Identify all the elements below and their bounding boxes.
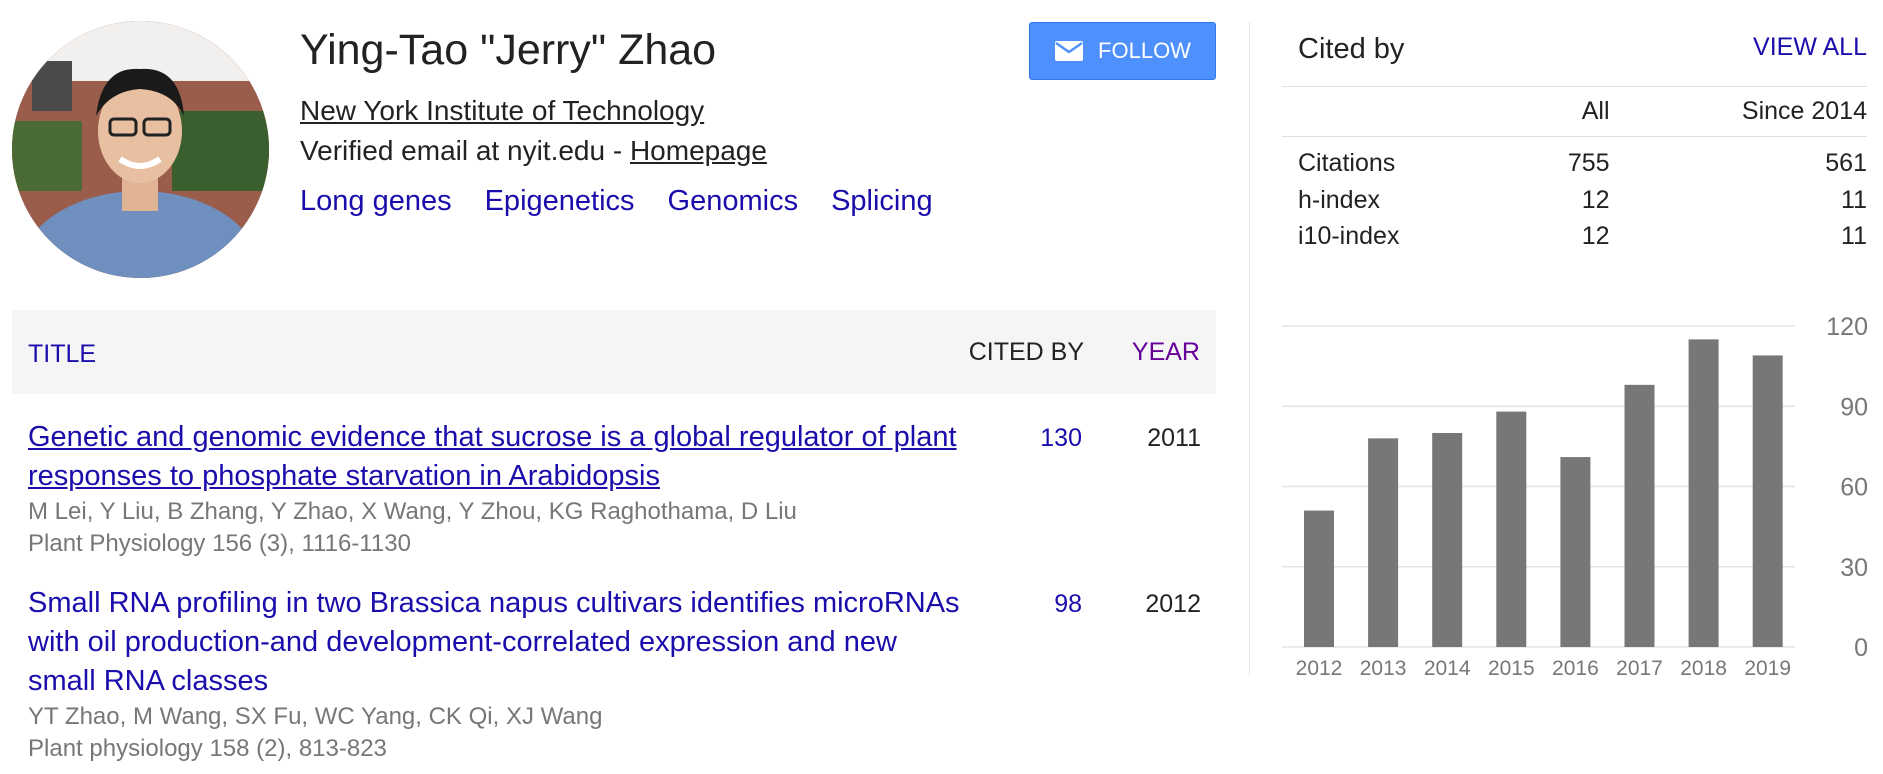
- stats-value-since: 11: [1841, 186, 1867, 214]
- x-tick-label: 2019: [1744, 657, 1791, 680]
- publication-row: Genetic and genomic evidence that sucros…: [28, 418, 1204, 560]
- publication-year: 2011: [1147, 424, 1201, 452]
- x-tick-label: 2012: [1296, 657, 1343, 680]
- stats-row-citations: Citations 755 561: [1282, 137, 1867, 183]
- publication-title-link[interactable]: Small RNA profiling in two Brassica napu…: [28, 584, 963, 701]
- citation-bar-2018[interactable]: [1688, 339, 1719, 647]
- stats-row-h-index: h-index 12 11: [1282, 183, 1867, 219]
- interest-link-splicing[interactable]: Splicing: [831, 185, 933, 218]
- profile-name: Ying-Tao "Jerry" Zhao: [300, 26, 717, 74]
- email-text: Verified email at nyit.edu -: [300, 135, 630, 166]
- interest-link-epigenetics[interactable]: Epigenetics: [485, 185, 635, 218]
- publication-venue: Plant physiology 158 (2), 813-823: [28, 735, 387, 762]
- stats-value-all: 12: [1581, 186, 1610, 214]
- x-tick-label: 2017: [1616, 657, 1663, 680]
- publication-cited-count[interactable]: 98: [1054, 590, 1082, 619]
- stats-column-header: [1282, 86, 1524, 137]
- sort-by-cited[interactable]: CITED BY: [969, 338, 1084, 367]
- column-divider: [1249, 22, 1250, 675]
- stats-label: Citations: [1298, 149, 1396, 178]
- publication-authors: M Lei, Y Liu, B Zhang, Y Zhao, X Wang, Y…: [28, 498, 797, 525]
- publication-row: Small RNA profiling in two Brassica napu…: [28, 584, 1204, 765]
- publication-cited-count[interactable]: 130: [1040, 424, 1082, 453]
- citation-bar-2017[interactable]: [1624, 384, 1655, 647]
- interest-link-long-genes[interactable]: Long genes: [300, 185, 452, 218]
- interest-link-genomics[interactable]: Genomics: [668, 185, 799, 218]
- citation-bar-2014[interactable]: [1432, 433, 1463, 647]
- stats-value-all: 755: [1567, 149, 1610, 178]
- citations-per-year-chart: 0 30 60 90 120 2012 2013 2014 2015 2016 2017 2018 20…: [1282, 313, 1868, 680]
- stats-value-all: 12: [1581, 222, 1610, 250]
- affiliation-link[interactable]: New York Institute of Technology: [300, 95, 704, 127]
- citation-bar-2019[interactable]: [1752, 355, 1783, 647]
- publication-venue: Plant Physiology 156 (3), 1116-1130: [28, 530, 411, 557]
- citation-bar-2015[interactable]: [1496, 411, 1527, 647]
- stats-column-header-all: All: [1523, 86, 1610, 137]
- research-interests: Long genes Epigenetics Genomics Splicing: [300, 185, 933, 218]
- sort-by-year[interactable]: YEAR: [1132, 338, 1200, 367]
- y-tick-label: 60: [1840, 474, 1868, 502]
- citation-bar-2013[interactable]: [1368, 438, 1399, 647]
- publications-header: TITLE CITED BY YEAR: [12, 310, 1216, 394]
- stats-column-header-since: Since 2014: [1609, 86, 1867, 137]
- x-tick-label: 2015: [1488, 657, 1535, 680]
- x-tick-label: 2018: [1680, 657, 1727, 680]
- publication-authors: YT Zhao, M Wang, SX Fu, WC Yang, CK Qi, …: [28, 703, 603, 730]
- stats-value-since: 11: [1841, 222, 1867, 250]
- stats-row-i10-index: i10-index 12 11: [1282, 219, 1867, 255]
- mail-icon: [1055, 41, 1084, 61]
- verified-email: Verified email at nyit.edu - Homepage: [300, 135, 767, 167]
- stats-label: i10-index: [1298, 222, 1400, 250]
- x-tick-label: 2014: [1424, 657, 1471, 680]
- cited-by-heading: Cited by: [1298, 33, 1405, 65]
- follow-button[interactable]: FOLLOW: [1029, 22, 1216, 80]
- publication-title-link[interactable]: Genetic and genomic evidence that sucros…: [28, 418, 963, 496]
- x-tick-label: 2013: [1360, 657, 1407, 680]
- sort-by-title[interactable]: TITLE: [28, 340, 96, 369]
- homepage-link[interactable]: Homepage: [630, 135, 767, 166]
- stats-label: h-index: [1298, 186, 1380, 214]
- follow-label: FOLLOW: [1098, 38, 1191, 63]
- stats-value-since: 561: [1825, 149, 1867, 178]
- publication-year: 2012: [1145, 590, 1201, 618]
- citation-bar-2012[interactable]: [1304, 510, 1334, 647]
- profile-photo: [12, 21, 269, 278]
- y-tick-label: 0: [1854, 634, 1868, 662]
- x-tick-label: 2016: [1552, 657, 1599, 680]
- y-tick-label: 120: [1826, 313, 1868, 341]
- citation-stats-table: All Since 2014 Citations 755 561 h-index…: [1282, 86, 1867, 255]
- citation-bar-2016[interactable]: [1560, 457, 1591, 647]
- view-all-link[interactable]: VIEW ALL: [1753, 33, 1867, 62]
- y-tick-label: 90: [1840, 393, 1868, 421]
- y-tick-label: 30: [1840, 554, 1868, 582]
